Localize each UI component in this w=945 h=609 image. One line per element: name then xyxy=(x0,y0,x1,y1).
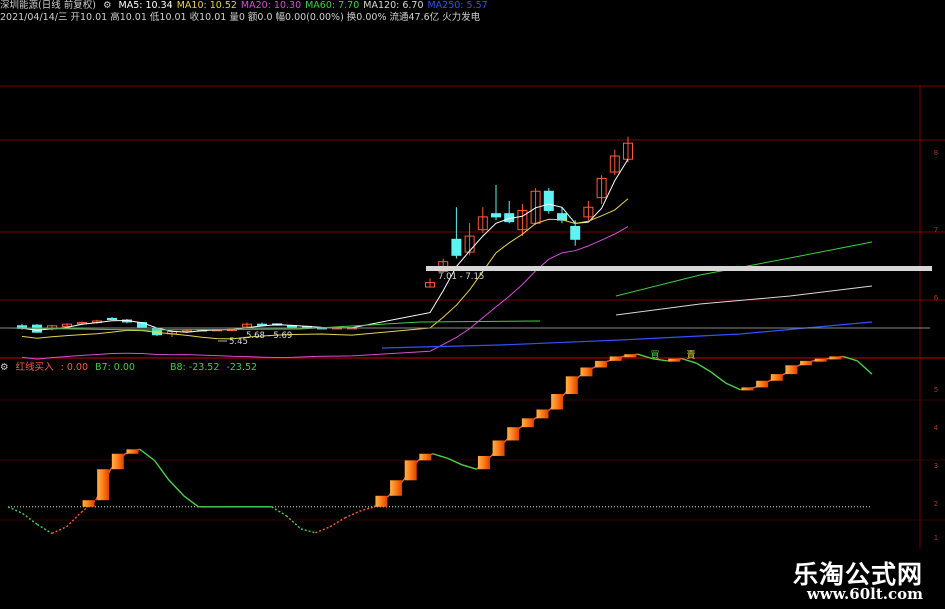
indicator-bar xyxy=(756,380,769,388)
indicator-bar xyxy=(97,469,110,501)
candle-body xyxy=(543,190,554,211)
ma5-line xyxy=(21,158,629,333)
indicator-bar xyxy=(624,354,637,358)
axis-tick-label: 5 xyxy=(934,386,938,394)
indicator-line-segment xyxy=(329,517,346,528)
candle-body xyxy=(491,213,501,218)
candle-body xyxy=(557,213,567,221)
indicator-bar xyxy=(609,356,622,361)
indicator-bar xyxy=(551,394,564,410)
axis-tick-label: 2 xyxy=(934,500,938,508)
indicator-line-segment xyxy=(7,506,23,515)
indicator-line-segment xyxy=(344,510,360,519)
indicator-line-segment xyxy=(315,526,331,534)
indicator-line-segment xyxy=(153,459,170,481)
indicator-bar xyxy=(814,358,827,362)
indicator-bar xyxy=(507,427,520,441)
signal-label: 賣 xyxy=(686,349,695,361)
axis-tick-label: 6 xyxy=(934,294,939,302)
indicator-bar xyxy=(565,376,578,395)
indicator-line-segment xyxy=(695,362,712,373)
indicator-bar xyxy=(82,500,95,507)
ma250-line xyxy=(381,321,873,349)
indicator-bar xyxy=(668,358,681,362)
indicator-bar xyxy=(785,365,798,375)
indicator-bar xyxy=(404,460,417,481)
axis-tick-label: 1 xyxy=(934,534,938,542)
indicator-bar xyxy=(492,440,505,456)
indicator-line-segment xyxy=(710,371,726,384)
indicator-bar xyxy=(375,495,388,507)
price-band xyxy=(426,266,932,271)
chart-canvas[interactable]: 876543215.455.68 - 5.697.01 - 7.15買賣 xyxy=(0,0,945,609)
indicator-line-segment xyxy=(183,495,199,508)
axis-tick-label: 7 xyxy=(934,226,938,234)
indicator-line-segment xyxy=(725,382,741,391)
indicator-line-segment xyxy=(271,506,287,517)
candle-body xyxy=(107,317,117,321)
indicator-bar xyxy=(477,455,490,470)
indicator-bar xyxy=(800,360,813,366)
candle-body xyxy=(570,225,581,240)
indicator-line-segment xyxy=(51,526,67,535)
indicator-bar xyxy=(770,374,783,381)
indicator-line-segment xyxy=(22,512,38,526)
candle-body xyxy=(257,323,267,326)
indicator-line-segment xyxy=(856,360,873,375)
indicator-line-segment xyxy=(168,479,185,497)
indicator-line-segment xyxy=(36,523,53,534)
watermark-url: www.60lt.com xyxy=(806,585,923,603)
indicator-line-segment xyxy=(432,453,448,459)
indicator-line-segment xyxy=(461,464,477,470)
indicator-bar xyxy=(580,367,593,377)
indicator-bar xyxy=(521,418,534,428)
candle-body xyxy=(451,238,462,256)
axis-tick-label: 3 xyxy=(934,462,938,470)
indicator-bar xyxy=(829,356,842,360)
indicator-line-segment xyxy=(285,515,302,530)
ma20-line xyxy=(21,226,629,360)
indicator-line-segment xyxy=(842,355,858,362)
indicator-bar xyxy=(536,409,549,419)
indicator-bar xyxy=(390,480,403,496)
indicator-line-segment xyxy=(447,457,463,466)
axis-tick-label: 8 xyxy=(934,149,938,157)
indicator-line-segment xyxy=(139,448,155,461)
indicator-bar xyxy=(111,453,124,470)
indicator-bar xyxy=(741,387,754,391)
indicator-line-segment xyxy=(359,506,375,512)
indicator-line-segment xyxy=(300,528,316,534)
mid-price-label: 7.01 - 7.15 xyxy=(438,272,484,282)
indicator-bar xyxy=(595,360,608,368)
axis-tick-label: 4 xyxy=(934,424,939,432)
indicator-bar xyxy=(126,449,139,454)
indicator-bar xyxy=(419,453,432,461)
range-price-label: 5.68 - 5.69 xyxy=(246,331,292,341)
